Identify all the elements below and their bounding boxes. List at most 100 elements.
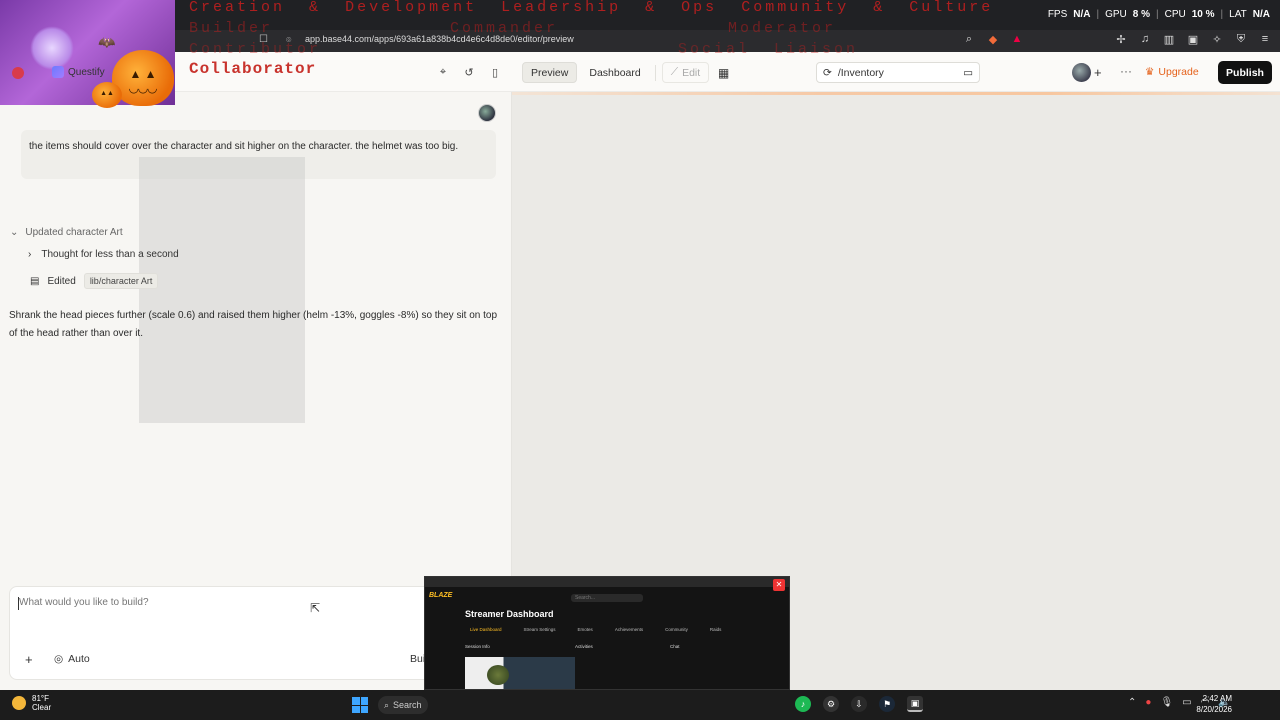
tab-dashboard[interactable]: Dashboard xyxy=(581,62,648,83)
overlay-roles-line-3b: Social Liaison xyxy=(678,41,859,58)
edit-button[interactable]: ⟋ Edit xyxy=(661,62,710,83)
questify-logo-icon xyxy=(52,66,64,78)
chevron-right-icon: › xyxy=(28,249,32,260)
thumbnail-tab: Stream Settings xyxy=(523,627,556,632)
upgrade-label: Upgrade xyxy=(1158,66,1199,78)
more-options-icon[interactable]: ··· xyxy=(1120,64,1132,78)
thumbnail-tabs: Live Dashboard Stream Settings Emotes Ac… xyxy=(470,627,721,632)
app-brand[interactable]: Questify xyxy=(52,66,105,78)
build-button[interactable]: Bui xyxy=(410,653,425,665)
thumbnail-tab: Live Dashboard xyxy=(470,627,502,632)
ghost-overlay-panel xyxy=(139,157,305,423)
browser-toolbar-icons: ⌕ ◆ ▲ ✢ ♫ ▥ ▣ ✧ ⛨ ≡ xyxy=(962,33,1272,46)
route-selector[interactable]: ⟳ /Inventory ▭ xyxy=(816,62,980,83)
thumbnail-search: Search... xyxy=(571,594,643,602)
invite-plus-icon[interactable]: + xyxy=(1094,65,1102,80)
glow-star-icon xyxy=(30,26,74,70)
wallet-icon[interactable]: ▣ xyxy=(1186,33,1200,46)
edit-label: Edit xyxy=(682,66,701,79)
windows-start-icon[interactable] xyxy=(352,697,368,713)
music-icon[interactable]: ♫ xyxy=(1138,33,1152,46)
thumbnail-title: Streamer Dashboard xyxy=(465,609,554,619)
moon-icon xyxy=(12,696,26,710)
taskbar-search-label: Search xyxy=(393,700,422,710)
app-gear-icon[interactable]: ⚙ xyxy=(823,696,839,712)
grid-icon[interactable]: ▦ xyxy=(713,62,734,83)
clock-date: 8/20/2026 xyxy=(1196,705,1232,714)
network-icon[interactable]: ▭ xyxy=(1182,697,1191,708)
extensions-icon[interactable]: ✢ xyxy=(1114,33,1128,46)
edited-row[interactable]: ▤ Edited lib/character Art xyxy=(30,273,159,289)
sidebar-icon[interactable]: ▥ xyxy=(1162,33,1176,46)
chevron-down-icon: ⌄ xyxy=(10,227,19,238)
zoom-icon[interactable]: ⌕ xyxy=(962,33,976,46)
bat-icon: 🦇 xyxy=(98,34,116,50)
overlay-roles-line-2c: Moderator xyxy=(728,20,837,37)
crown-icon: ♛ xyxy=(1145,66,1155,78)
mouse-cursor-icon: ⇱ xyxy=(310,601,321,615)
avatar[interactable] xyxy=(1072,63,1091,82)
chat-tools: ⌖ ↺ ▯ xyxy=(436,66,502,79)
thumbnail-panel-label: Chat xyxy=(670,644,680,649)
window-thumbnail-preview[interactable]: ✕ BLAZE Search... Streamer Dashboard Liv… xyxy=(424,576,790,690)
thumbnail-panels: Session Info Activities Chat xyxy=(465,644,745,654)
rewards-icon[interactable]: ▲ xyxy=(1010,33,1024,46)
overlay-roles-line-2b: Commander xyxy=(450,20,559,37)
history-icon[interactable]: ↺ xyxy=(462,66,476,79)
search-icon: ⌕ xyxy=(384,699,390,710)
edited-file-chip[interactable]: lib/character Art xyxy=(83,273,159,289)
top-nav: Preview Dashboard ⟋ Edit ▦ xyxy=(522,62,734,83)
upgrade-button[interactable]: ♛ Upgrade xyxy=(1145,66,1199,78)
taskbar xyxy=(0,690,1280,720)
taskbar-clock[interactable]: 2:42 AM 8/20/2026 xyxy=(1196,693,1232,715)
mode-selector[interactable]: ◎ Auto xyxy=(54,653,90,665)
refresh-icon[interactable]: ⟳ xyxy=(823,67,832,79)
tray-app-icon[interactable]: ● xyxy=(1145,697,1151,708)
weather-temp: 81°F xyxy=(32,694,49,703)
user-avatar xyxy=(478,104,496,122)
sparkle-icon[interactable]: ✧ xyxy=(1210,33,1224,46)
thumbnail-tab: Raids xyxy=(709,627,722,632)
tab-preview[interactable]: Preview xyxy=(522,62,578,83)
step-header[interactable]: ⌄ Updated character Art xyxy=(10,227,123,238)
mode-label: Auto xyxy=(68,653,90,665)
thought-row[interactable]: › Thought for less than a second xyxy=(28,249,179,260)
device-icon[interactable]: ▭ xyxy=(963,67,973,79)
thumbnail-tab: Emotes xyxy=(577,627,593,632)
close-icon[interactable]: ✕ xyxy=(773,579,785,591)
step-title: Updated character Art xyxy=(25,227,123,238)
thumbnail-titlebar xyxy=(425,577,789,587)
visual-edit-icon[interactable]: ⌖ xyxy=(436,66,450,79)
weather-widget[interactable]: 81°F Clear xyxy=(12,694,51,712)
thumbnail-tab: Achievements xyxy=(614,627,644,632)
wand-icon: ⟋ xyxy=(670,66,679,78)
publish-button[interactable]: Publish xyxy=(1218,61,1272,84)
taskbar-search[interactable]: ⌕ Search xyxy=(378,696,428,714)
vpn-icon[interactable]: ⛨ xyxy=(1234,33,1248,46)
thought-label: Thought for less than a second xyxy=(41,249,179,260)
edited-label: Edited xyxy=(47,275,76,287)
halloween-decoration: 🦇 ▲ ▲ ◡◡◡ ▲▲ xyxy=(0,0,175,108)
spotify-icon[interactable]: ♪ xyxy=(795,696,811,712)
small-pumpkin-icon: ▲▲ xyxy=(92,82,122,108)
thumbnail-screenshot xyxy=(465,657,575,689)
assistant-message: Shrank the head pieces further (scale 0.… xyxy=(9,310,498,339)
obs-app-icon[interactable]: ▣ xyxy=(907,696,923,712)
menu-icon[interactable]: ≡ xyxy=(1258,33,1272,46)
clock-time: 2:42 AM xyxy=(1202,694,1232,703)
download-app-icon[interactable]: ⇩ xyxy=(851,696,867,712)
toggle-panel-icon[interactable]: ▯ xyxy=(488,66,502,79)
thumbnail-tab: Community xyxy=(665,627,688,632)
attach-plus-icon[interactable]: + xyxy=(25,652,33,667)
chat-input[interactable] xyxy=(19,597,419,608)
chevron-up-icon[interactable]: ⌃ xyxy=(1128,697,1136,708)
app-brand-name: Questify xyxy=(68,66,105,78)
microphone-icon[interactable]: 🎙 xyxy=(1160,697,1173,708)
nav-divider xyxy=(654,64,656,81)
weather-condition: Clear xyxy=(32,703,52,712)
steam-icon[interactable]: ⚑ xyxy=(879,696,895,712)
overlay-roles-line-2: Builder xyxy=(189,20,274,37)
thumbnail-screenshot-detail xyxy=(487,665,509,685)
brave-shield-icon[interactable]: ◆ xyxy=(986,33,1000,46)
auto-mode-icon: ◎ xyxy=(54,653,64,665)
